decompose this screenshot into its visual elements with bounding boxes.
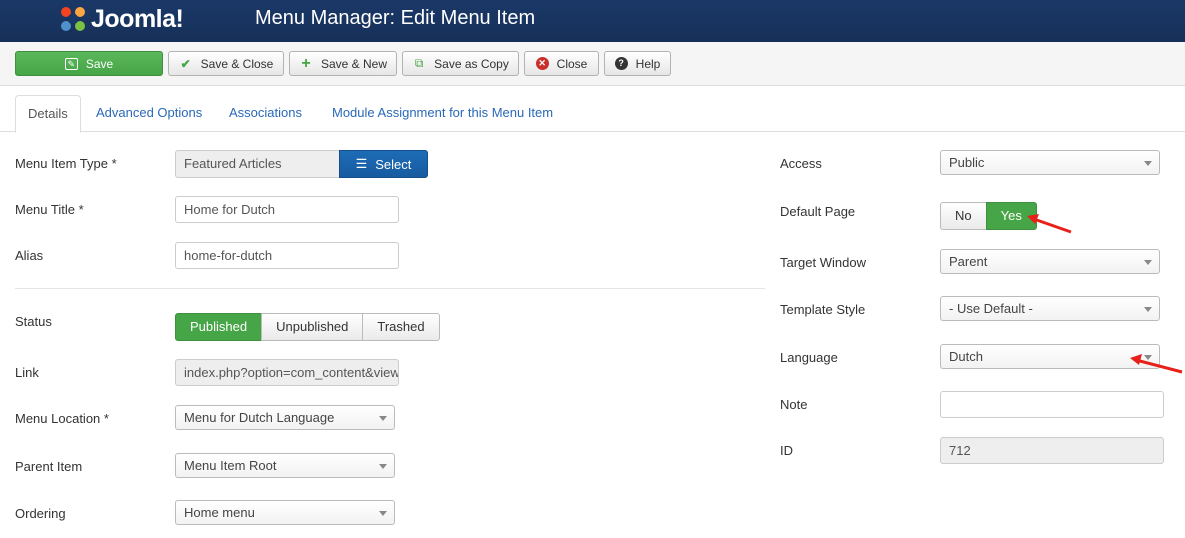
joomla-logo[interactable]: Joomla! (58, 4, 184, 34)
template-style-value: - Use Default - (949, 301, 1033, 316)
parent-item-label: Parent Item (15, 459, 83, 474)
joomla-logo-icon (61, 7, 85, 31)
save-copy-button[interactable]: ⧉ Save as Copy (402, 51, 519, 76)
save-button[interactable]: ✎ Save (15, 51, 163, 76)
status-trashed-button[interactable]: Trashed (362, 313, 440, 341)
status-unpublished-button[interactable]: Unpublished (261, 313, 364, 341)
language-value: Dutch (949, 349, 983, 364)
parent-item-value: Menu Item Root (184, 458, 277, 473)
chevron-down-icon (379, 416, 387, 421)
menu-title-label: Menu Title * (15, 202, 84, 217)
id-field: 712 (940, 437, 1164, 464)
logo-text: Joomla! (91, 4, 184, 33)
tab-details[interactable]: Details (15, 95, 81, 133)
chevron-down-icon (1144, 307, 1152, 312)
save-new-label: Save & New (320, 56, 388, 71)
template-style-label: Template Style (780, 302, 866, 317)
tab-module-assignment[interactable]: Module Assignment for this Menu Item (320, 95, 565, 132)
link-field: index.php?option=com_content&view=featur… (175, 359, 399, 386)
status-toggle-group: Published Unpublished Trashed (175, 313, 440, 341)
close-icon: ✕ (535, 57, 549, 70)
default-page-label: Default Page (780, 204, 856, 219)
help-label: Help (635, 56, 661, 71)
list-icon: ☰ (355, 156, 368, 171)
target-window-value: Parent (949, 254, 988, 269)
select-type-button[interactable]: ☰ Select (339, 150, 428, 178)
note-input[interactable] (940, 391, 1164, 418)
save-close-button[interactable]: ✔ Save & Close (168, 51, 284, 76)
menu-location-value: Menu for Dutch Language (184, 410, 335, 425)
copy-icon: ⧉ (414, 56, 424, 70)
target-window-select[interactable]: Parent (940, 249, 1160, 274)
toolbar: ✎ Save ✔ Save & Close + Save & New ⧉ Sav… (0, 42, 1185, 86)
access-label: Access (780, 156, 822, 171)
status-label: Status (15, 314, 52, 329)
alias-input[interactable]: home-for-dutch (175, 242, 399, 269)
menu-item-type-label: Menu Item Type * (15, 156, 117, 171)
edit-icon: ✎ (64, 57, 78, 70)
id-label: ID (780, 443, 793, 458)
help-button[interactable]: ? Help (604, 51, 671, 76)
note-label: Note (780, 397, 808, 412)
section-divider (15, 288, 765, 289)
menu-title-input[interactable]: Home for Dutch (175, 196, 399, 223)
menu-location-label: Menu Location * (15, 411, 109, 426)
tab-advanced-options[interactable]: Advanced Options (84, 95, 214, 132)
tab-associations[interactable]: Associations (217, 95, 314, 132)
status-published-button[interactable]: Published (175, 313, 263, 341)
chevron-down-icon (379, 511, 387, 516)
app-header: Joomla! Menu Manager: Edit Menu Item (0, 0, 1185, 42)
save-close-label: Save & Close (200, 56, 274, 71)
annotation-arrow-icon (1027, 214, 1072, 234)
access-value: Public (949, 155, 985, 170)
menu-item-type-field: Featured Articles (175, 150, 340, 178)
access-select[interactable]: Public (940, 150, 1160, 175)
save-button-label: Save (85, 56, 114, 71)
language-label: Language (780, 350, 838, 365)
help-icon: ? (614, 57, 628, 70)
chevron-down-icon (379, 464, 387, 469)
close-label: Close (556, 56, 588, 71)
default-page-toggle-group: No Yes (940, 202, 1037, 230)
ordering-label: Ordering (15, 506, 66, 521)
ordering-select[interactable]: Home menu (175, 500, 395, 525)
chevron-down-icon (1144, 161, 1152, 166)
template-style-select[interactable]: - Use Default - (940, 296, 1160, 321)
menu-location-select[interactable]: Menu for Dutch Language (175, 405, 395, 430)
save-new-button[interactable]: + Save & New (289, 51, 397, 76)
select-type-label: Select (375, 156, 412, 172)
annotation-arrow-icon (1130, 354, 1183, 374)
parent-item-select[interactable]: Menu Item Root (175, 453, 395, 478)
link-label: Link (15, 365, 39, 380)
save-copy-label: Save as Copy (434, 56, 509, 71)
check-icon: ✔ (180, 56, 191, 71)
target-window-label: Target Window (780, 255, 866, 270)
ordering-value: Home menu (184, 505, 255, 520)
alias-label: Alias (15, 248, 44, 263)
chevron-down-icon (1144, 260, 1152, 265)
close-button[interactable]: ✕ Close (524, 51, 599, 76)
default-page-no-button[interactable]: No (940, 202, 987, 230)
page-title: Menu Manager: Edit Menu Item (255, 7, 536, 29)
tab-bar: Details Advanced Options Associations Mo… (0, 95, 1185, 133)
plus-icon: + (301, 54, 311, 72)
language-select[interactable]: Dutch (940, 344, 1160, 369)
